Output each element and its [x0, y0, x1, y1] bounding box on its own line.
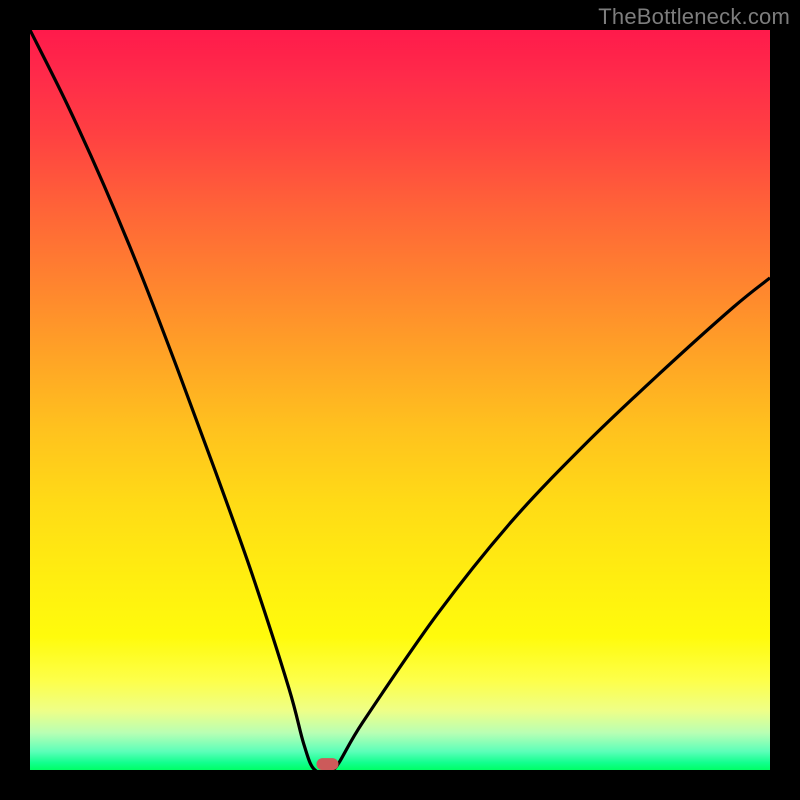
optimal-marker — [316, 758, 338, 770]
plot-area — [30, 30, 770, 770]
curve-layer — [30, 30, 770, 770]
chart-frame: TheBottleneck.com — [0, 0, 800, 800]
bottleneck-curve — [30, 30, 770, 770]
watermark-text: TheBottleneck.com — [598, 4, 790, 30]
